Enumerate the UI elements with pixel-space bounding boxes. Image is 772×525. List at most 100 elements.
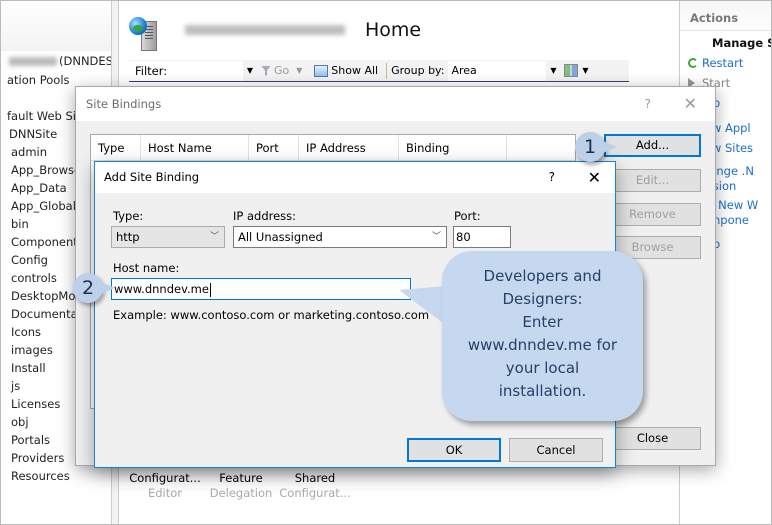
restart-icon: [688, 58, 698, 68]
host-name-label: Host name:: [113, 261, 180, 275]
feature-sublabel: Editor: [147, 486, 183, 500]
host-name-input[interactable]: www.dnndev.me: [111, 278, 411, 300]
feature-shared-configuration[interactable]: Shared Configurat...: [275, 471, 355, 501]
tree-item[interactable]: App_Browse: [11, 162, 81, 179]
help-icon[interactable]: ?: [549, 162, 555, 193]
ip-address-select[interactable]: All Unassigned ﹀: [233, 226, 447, 248]
iis-manager-window: (DNNDES ation Pools fault Web Site DNNSi…: [0, 0, 772, 525]
column-header-ip-address[interactable]: IP Address: [299, 135, 399, 160]
tree-item[interactable]: Providers: [11, 450, 64, 467]
tree-item[interactable]: Licenses: [11, 396, 60, 413]
go-label: Go: [274, 64, 290, 77]
dialog-title: Add Site Binding: [104, 170, 200, 184]
bindings-table-header: Type Host Name Port IP Address Binding I…: [91, 135, 575, 181]
edit-button[interactable]: Edit...: [604, 169, 701, 192]
tree-item[interactable]: bin: [11, 216, 29, 233]
column-header-port[interactable]: Port: [249, 135, 299, 160]
chevron-down-icon: ﹀: [431, 232, 441, 242]
port-label: Port:: [454, 209, 481, 223]
host-name-example: Example: www.contoso.com or marketing.co…: [113, 308, 430, 322]
feature-label: Shared: [294, 471, 336, 485]
show-all-button[interactable]: Show All: [310, 64, 382, 77]
bubble-line: www.dnndev.me for: [467, 336, 618, 354]
toolbar-divider: [386, 62, 388, 79]
step-2-callout: 2: [73, 273, 115, 303]
go-button[interactable]: Go ▼: [257, 64, 310, 77]
server-name-redacted: [185, 25, 345, 35]
ip-address-label: IP address:: [233, 209, 297, 223]
filter-toolbar: Filter: ▼ Go ▼ Show All Group by: Area ▼ …: [129, 60, 629, 82]
chevron-down-icon: ﹀: [209, 232, 219, 242]
feature-label: Feature: [219, 471, 263, 485]
close-icon[interactable]: ✕: [588, 162, 601, 193]
bubble-line: your local: [505, 359, 580, 377]
remove-button[interactable]: Remove: [604, 203, 701, 226]
tree-toolbar: [1, 1, 114, 51]
column-header-binding-info[interactable]: Binding Informa...: [399, 135, 507, 181]
tree-server-node[interactable]: (DNNDES: [9, 53, 113, 70]
group-by-select[interactable]: Area: [448, 60, 547, 81]
bubble-line: Designers:: [502, 290, 583, 308]
tree-item-app-pools[interactable]: ation Pools: [7, 72, 70, 89]
tree-item[interactable]: DesktopMo: [11, 288, 75, 305]
feature-label: Configurat...: [129, 471, 201, 485]
bubble-line: Enter: [522, 313, 563, 331]
close-icon[interactable]: ✕: [684, 87, 697, 121]
view-mode-icon[interactable]: [564, 64, 579, 77]
server-name-redacted: [9, 57, 57, 66]
filter-dropdown-icon[interactable]: ▼: [243, 66, 257, 75]
tree-item[interactable]: Portals: [11, 432, 50, 449]
tree-item[interactable]: Install: [11, 360, 46, 377]
server-name-suffix: (DNNDES: [59, 54, 113, 68]
filter-label: Filter:: [135, 63, 168, 78]
help-icon[interactable]: ?: [645, 87, 651, 121]
group-by-dropdown-icon[interactable]: ▼: [546, 66, 560, 75]
page-title: Home: [365, 19, 422, 41]
dialog-title: Site Bindings: [86, 97, 162, 111]
tree-item[interactable]: admin: [11, 144, 47, 161]
port-input[interactable]: 80: [453, 226, 511, 248]
bubble-line: Developers and: [483, 267, 602, 285]
tree-item[interactable]: Documentat: [11, 306, 82, 323]
funnel-icon: [261, 65, 271, 76]
ok-button[interactable]: OK: [407, 438, 501, 462]
tree-item[interactable]: images: [11, 342, 53, 359]
bubble-line: installation.: [498, 382, 587, 400]
tree-item[interactable]: Icons: [11, 324, 41, 341]
go-dropdown-icon[interactable]: ▼: [292, 66, 306, 75]
tree-item[interactable]: App_Data: [11, 180, 67, 197]
cancel-button[interactable]: Cancel: [509, 438, 603, 462]
group-by-label: Group by:: [391, 64, 445, 77]
tree-item[interactable]: js: [11, 378, 20, 395]
view-mode-dropdown-icon[interactable]: ▼: [578, 66, 592, 75]
show-all-label: Show All: [331, 64, 379, 77]
column-header-host-name[interactable]: Host Name: [141, 135, 249, 160]
server-icon: [129, 15, 163, 51]
feature-sublabel: Configurat...: [279, 486, 351, 500]
ip-address-value: All Unassigned: [238, 230, 323, 244]
restart-action[interactable]: Restart: [688, 56, 744, 71]
tree-item[interactable]: Resources: [11, 468, 70, 485]
type-label: Type:: [113, 209, 144, 223]
tree-item[interactable]: obj: [11, 414, 29, 431]
show-all-icon: [314, 64, 329, 77]
restart-label: Restart: [702, 56, 744, 70]
tree-item[interactable]: App_GlobalR: [11, 198, 84, 215]
tree-item-dnnsite[interactable]: DNNSite: [9, 126, 57, 143]
site-bindings-titlebar: Site Bindings ? ✕: [76, 87, 715, 121]
add-button[interactable]: Add...: [604, 134, 701, 157]
instruction-callout-bubble: Developers and Designers: Enter www.dnnd…: [442, 251, 643, 421]
globe-icon: [129, 17, 147, 35]
type-select[interactable]: http ﹀: [111, 226, 225, 248]
tree-item[interactable]: controls: [11, 270, 57, 287]
feature-feature-delegation[interactable]: Feature Delegation: [201, 471, 281, 501]
feature-sublabel: Delegation: [209, 486, 273, 500]
step-1-callout: 1: [575, 132, 617, 162]
tree-item[interactable]: Component: [11, 234, 78, 251]
manage-server-heading: Manage S: [712, 36, 772, 50]
feature-configuration-editor[interactable]: Configurat... Editor: [125, 471, 205, 501]
column-header-type[interactable]: Type: [91, 135, 141, 160]
tree-item[interactable]: Config: [11, 252, 48, 269]
close-button[interactable]: Close: [604, 427, 701, 450]
actions-header: Actions: [680, 1, 771, 31]
